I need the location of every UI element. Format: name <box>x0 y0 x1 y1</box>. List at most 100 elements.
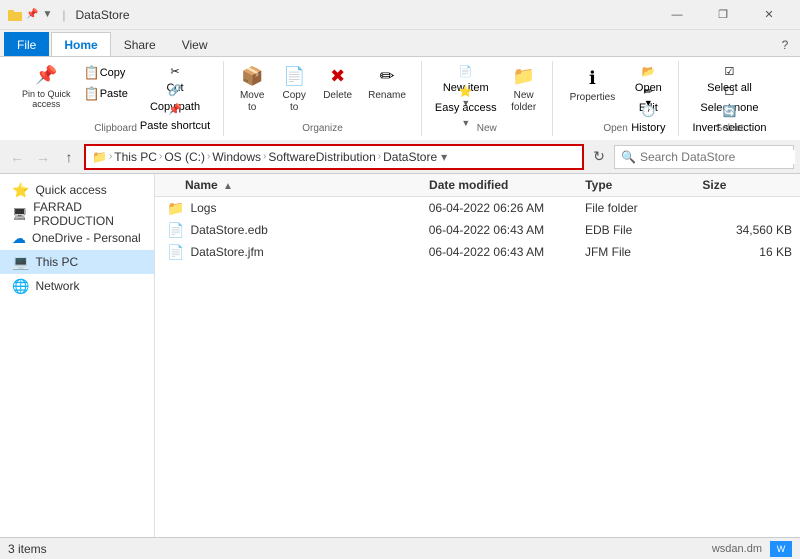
history-button[interactable]: 🕐 History <box>626 103 670 121</box>
select-none-button[interactable]: ☐ Select none <box>687 83 771 101</box>
file-list: Name ▲ Date modified Type Size 📁 Logs 06… <box>155 174 800 537</box>
pin-label: Pin to Quickaccess <box>22 89 71 111</box>
path-sep-3: › <box>263 151 266 162</box>
copy-button[interactable]: 📋 Copy <box>79 63 133 83</box>
maximize-button[interactable]: ❐ <box>700 0 746 30</box>
invert-icon: 🔄 <box>723 105 737 118</box>
file-list-header: Name ▲ Date modified Type Size <box>155 174 800 197</box>
paste-icon: 📋 <box>84 86 100 102</box>
quick-access-arrow[interactable]: ▼ <box>42 9 52 20</box>
sidebar-item-onedrive[interactable]: ☁ OneDrive - Personal <box>0 226 154 250</box>
title-bar-left: 📌 ▼ | DataStore <box>8 8 130 22</box>
paste-label: Paste <box>100 88 128 100</box>
tab-file[interactable]: File <box>4 32 49 56</box>
sidebar-item-this-pc[interactable]: 💻 This PC <box>0 250 154 274</box>
file-name: DataStore.jfm <box>190 245 263 259</box>
search-bar[interactable]: 🔍 <box>614 145 794 169</box>
quick-access-toolbar[interactable]: 📌 ▼ <box>8 8 52 22</box>
refresh-button[interactable]: ↻ <box>588 146 610 168</box>
new-item-button[interactable]: 📄 New item ▼ <box>430 63 502 81</box>
open-group: ℹ Properties 📂 Open ▼ ✏ Edit 🕐 History <box>553 61 680 136</box>
properties-button[interactable]: ℹ Properties <box>561 63 625 109</box>
ribbon-tabs: File Home Share View ? <box>0 30 800 56</box>
column-date[interactable]: Date modified <box>429 178 585 192</box>
table-row[interactable]: 📄 DataStore.edb 06-04-2022 06:43 AM EDB … <box>155 219 800 241</box>
help-button[interactable]: ? <box>774 34 796 56</box>
file-name: DataStore.edb <box>190 223 267 237</box>
file-icon: 📄 <box>167 244 184 261</box>
delete-button[interactable]: ✖ Delete <box>316 63 359 105</box>
path-sep-2: › <box>207 151 210 162</box>
edit-button[interactable]: ✏ Edit <box>626 83 670 101</box>
clipboard-label: Clipboard <box>94 121 137 134</box>
select-all-button[interactable]: ☑ Select all <box>687 63 771 81</box>
column-type[interactable]: Type <box>585 178 702 192</box>
copy-to-button[interactable]: 📄 Copyto <box>274 63 314 117</box>
tab-view[interactable]: View <box>169 32 221 56</box>
main-area: ⭐ Quick access 🖥 FARRAD PRODUCTION ☁ One… <box>0 174 800 537</box>
item-count: 3 items <box>8 542 47 556</box>
title-bar: 📌 ▼ | DataStore — ❐ ✕ <box>0 0 800 30</box>
path-part-2[interactable]: Windows <box>212 150 261 164</box>
file-size: 16 KB <box>702 245 800 259</box>
path-part-4[interactable]: DataStore <box>383 150 437 164</box>
sidebar-item-network[interactable]: 🌐 Network <box>0 274 154 298</box>
file-date: 06-04-2022 06:43 AM <box>429 245 585 259</box>
address-bar[interactable]: 📁 › This PC › OS (C:) › Windows › Softwa… <box>84 144 584 170</box>
back-button[interactable]: ← <box>6 146 28 168</box>
file-name-cell: 📁 Logs <box>155 200 429 217</box>
easy-access-label: Easy access <box>435 102 497 114</box>
copy-to-icon: 📄 <box>283 66 305 88</box>
copy-path-button[interactable]: 🔗 Copy path <box>135 82 215 100</box>
address-bar-area: ← → ↑ 📁 › This PC › OS (C:) › Windows › … <box>0 140 800 174</box>
paste-shortcut-label: Paste shortcut <box>140 120 210 132</box>
this-pc-icon: 💻 <box>12 254 29 271</box>
easy-access-button[interactable]: ⭐ Easy access ▼ <box>430 83 502 101</box>
path-part-3[interactable]: SoftwareDistribution <box>268 150 375 164</box>
clipboard-more: ✂ Cut 🔗 Copy path 📌 Paste shortcut <box>135 63 215 119</box>
column-name[interactable]: Name ▲ <box>155 178 429 192</box>
table-row[interactable]: 📄 DataStore.jfm 06-04-2022 06:43 AM JFM … <box>155 241 800 263</box>
move-to-button[interactable]: 📦 Moveto <box>232 63 272 117</box>
paste-button[interactable]: 📋 Paste <box>79 84 133 104</box>
column-size[interactable]: Size <box>702 178 800 192</box>
file-name-cell: 📄 DataStore.jfm <box>155 244 429 261</box>
path-part-1[interactable]: OS (C:) <box>164 150 205 164</box>
invert-selection-button[interactable]: 🔄 Invert selection <box>687 103 771 121</box>
tab-share[interactable]: Share <box>111 32 169 56</box>
organize-label: Organize <box>302 121 343 134</box>
cut-button[interactable]: ✂ Cut <box>135 63 215 81</box>
minimize-button[interactable]: — <box>654 0 700 30</box>
quick-access-pin[interactable]: 📌 <box>26 9 38 20</box>
open-label: Open <box>603 121 627 134</box>
search-input[interactable] <box>640 150 795 164</box>
up-button[interactable]: ↑ <box>58 146 80 168</box>
path-icon: 📁 <box>92 150 107 164</box>
paste-shortcut-button[interactable]: 📌 Paste shortcut <box>135 101 215 119</box>
file-rows-container: 📁 Logs 06-04-2022 06:26 AM File folder 📄… <box>155 197 800 263</box>
table-row[interactable]: 📁 Logs 06-04-2022 06:26 AM File folder <box>155 197 800 219</box>
folder-icon <box>8 8 22 22</box>
tab-home[interactable]: Home <box>51 32 110 56</box>
file-icon: 📁 <box>167 200 184 217</box>
close-button[interactable]: ✕ <box>746 0 792 30</box>
cut-icon: ✂ <box>170 65 179 78</box>
file-type: EDB File <box>585 223 702 237</box>
history-label: History <box>631 122 665 134</box>
open-subitems: 📂 Open ▼ ✏ Edit 🕐 History <box>626 63 670 121</box>
forward-button[interactable]: → <box>32 146 54 168</box>
rename-button[interactable]: ✏ Rename <box>361 63 413 105</box>
window-title: DataStore <box>75 8 129 22</box>
new-folder-button[interactable]: 📁 Newfolder <box>504 63 544 117</box>
path-dropdown-button[interactable]: ▾ <box>441 150 447 164</box>
rename-label: Rename <box>368 90 406 102</box>
path-part-0[interactable]: This PC <box>114 150 157 164</box>
open-button[interactable]: 📂 Open ▼ <box>626 63 670 81</box>
network-icon: 🌐 <box>12 278 29 295</box>
sidebar-item-farrad[interactable]: 🖥 FARRAD PRODUCTION <box>0 202 154 226</box>
sidebar-item-quick-access[interactable]: ⭐ Quick access <box>0 178 154 202</box>
select-items: ☑ Select all ☐ Select none 🔄 Invert sele… <box>687 63 771 121</box>
properties-icon: ℹ <box>589 68 596 90</box>
pin-to-quick-access-button[interactable]: 📌 Pin to Quickaccess <box>16 63 77 112</box>
path-sep-4: › <box>378 151 381 162</box>
